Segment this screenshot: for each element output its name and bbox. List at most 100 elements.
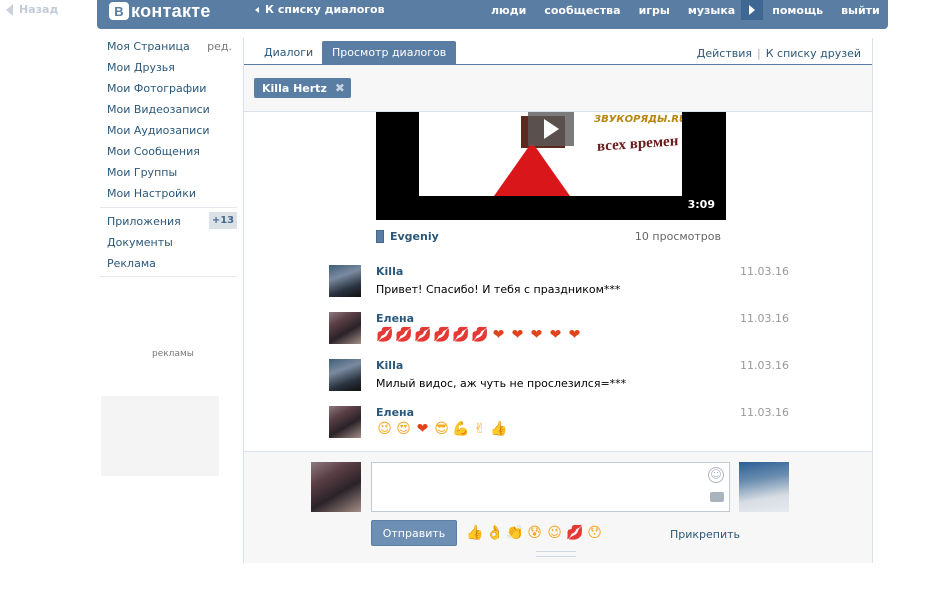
clapping-hands-icon[interactable]: 👏 [506,524,523,541]
menu-messages[interactable]: Мои Сообщения [107,145,237,166]
tab-dialogs[interactable]: Диалоги [254,41,323,64]
victory-hand-icon: ✌ [473,421,486,437]
tab-bar: Диалоги Просмотр диалогов Действия | К спи… [244,38,872,65]
kiss-icon: 💋 [395,327,413,343]
tab-view-dialogs[interactable]: Просмотр диалогов [322,41,457,64]
actions-separator: | [757,47,761,60]
vk-logo-badge-icon: В [109,2,129,20]
video-overlay-top: ЗВУКОРЯДЫ.RU [594,114,682,125]
nav-logout[interactable]: выйти [832,4,889,17]
smile-icon[interactable]: ☺ [708,467,724,483]
menu-my-page-label: Моя Страница [107,40,190,53]
chevron-left-icon [255,6,259,13]
message-author[interactable]: Елена [376,312,414,325]
message-author[interactable]: Killa [376,359,403,372]
message-item[interactable]: Killa 11.03.16 Милый видос, аж чуть не п… [329,359,789,399]
attach-link[interactable]: Прикрепить [670,528,740,541]
quick-emoji-bar: 👍 👌 👏 😰 😉 💋 😯 [466,524,603,541]
message-date: 11.03.16 [740,359,789,372]
vk-logo[interactable]: В контакте [109,0,211,22]
menu-videos[interactable]: Мои Видеозаписи [107,103,237,124]
avatar[interactable] [329,312,361,344]
video-duration: 3:09 [687,198,715,211]
heart-icon: ❤ [511,327,524,343]
nav-games[interactable]: игры [630,4,679,17]
play-icon [749,5,756,15]
heart-icon: ❤ [492,327,505,343]
menu-docs[interactable]: Документы [107,236,181,257]
top-nav: люди сообщества игры музыка помощь выйти [482,0,889,20]
surprised-face-icon[interactable]: 😯 [586,524,603,541]
play-icon [543,119,559,139]
ad-block[interactable] [101,396,219,476]
menu-friends[interactable]: Мои Друзья [107,61,237,82]
edit-link[interactable]: ред. [207,40,232,53]
wink-face-icon: 😉 [377,421,392,437]
message-author[interactable]: Елена [376,406,414,419]
video-views: 10 просмотров [634,230,721,243]
video-attachment[interactable]: ЗВУКОРЯДЫ.RU всех времен 3:09 [376,112,726,220]
ok-hand-icon[interactable]: 👌 [486,524,503,541]
avatar[interactable] [329,265,361,297]
heart-icon: ❤ [549,327,562,343]
nav-communities[interactable]: сообщества [535,4,629,17]
actions-link[interactable]: Действия [697,47,752,60]
my-avatar[interactable] [311,462,361,512]
video-author-name: Evgeniy [390,230,439,243]
to-friends-link[interactable]: К списку друзей [766,47,861,60]
peer-token[interactable]: Killa Hertz ✖ [254,78,351,98]
heart-icon: ❤ [416,421,429,437]
message-author[interactable]: Killa [376,265,403,278]
vk-logo-text: контакте [131,0,211,21]
wink-face-icon[interactable]: 😉 [546,524,563,541]
nav-people[interactable]: люди [482,4,535,17]
camera-icon[interactable] [710,492,724,502]
nav-help[interactable]: помощь [763,4,832,17]
message-input-box: ☺ [371,462,730,512]
apps-count-badge: +13 [209,212,237,229]
send-button[interactable]: Отправить [371,520,457,546]
message-date: 11.03.16 [740,406,789,419]
browser-back-link[interactable]: Назад [6,3,58,16]
thumbs-up-icon[interactable]: 👍 [466,524,483,541]
menu-audio[interactable]: Мои Аудиозаписи [107,124,237,145]
play-button[interactable] [528,112,574,146]
message-composer: ☺ Отправить 👍 👌 👏 😰 😉 💋 😯 Прикрепить [244,451,872,563]
sunglasses-face-icon: 😎 [434,421,449,437]
heart-icon: ❤ [530,327,543,343]
heart-eyes-face-icon: 😍 [396,421,411,437]
tab-actions-group: Действия | К списку друзей [697,47,861,60]
left-menu: Моя Страница ред. Мои Друзья Мои Фотограф… [107,40,237,208]
message-item[interactable]: Елена 11.03.16 😉 😍 ❤ 😎 💪 ✌ 👍 [329,406,789,446]
video-meta: Evgeniy 10 просмотров [376,230,721,244]
message-date: 11.03.16 [740,265,789,278]
message-input[interactable] [372,463,680,511]
menu-groups[interactable]: Мои Группы [107,166,237,187]
back-arrow-icon [6,3,13,16]
menu-photos[interactable]: Мои Фотографии [107,82,237,103]
anxious-face-icon[interactable]: 😰 [526,524,543,541]
video-overlay-title: всех времен [597,133,679,155]
menu-divider-bottom [100,276,237,277]
kiss-icon: 💋 [452,327,470,343]
nav-music[interactable]: музыка [679,4,739,17]
video-author[interactable]: Evgeniy [376,230,439,243]
menu-settings[interactable]: Мои Настройки [107,187,237,208]
back-to-dialogs-link[interactable]: К списку диалогов [255,3,385,16]
menu-ads[interactable]: Реклама [107,257,181,278]
music-play-button[interactable] [741,0,764,20]
message-date: 11.03.16 [740,312,789,325]
avatar[interactable] [329,359,361,391]
message-item[interactable]: Елена 11.03.16 💋 💋 💋 💋 💋 💋 ❤ ❤ ❤ ❤ ❤ [329,312,789,352]
avatar[interactable] [329,406,361,438]
kiss-icon: 💋 [471,327,489,343]
resize-handle[interactable] [536,551,576,557]
peer-avatar[interactable] [739,462,789,512]
kiss-icon[interactable]: 💋 [566,524,583,541]
close-icon[interactable]: ✖ [335,81,345,95]
thumbs-up-icon: 👍 [490,421,508,437]
video-file-icon [376,230,384,243]
menu-apps[interactable]: Приложения [107,215,181,236]
message-item[interactable]: Killa 11.03.16 Привет! Спасибо! И тебя с… [329,265,789,305]
menu-my-page[interactable]: Моя Страница ред. [107,40,237,61]
